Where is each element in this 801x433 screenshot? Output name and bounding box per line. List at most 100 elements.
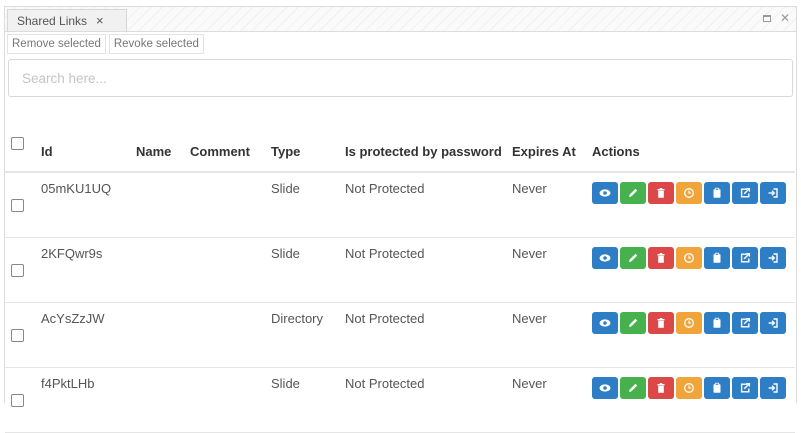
- sign-in-icon: [767, 187, 779, 199]
- clock-icon: [683, 187, 695, 199]
- trash-icon: [655, 252, 667, 264]
- sign-in-icon: [767, 317, 779, 329]
- open-button[interactable]: [732, 182, 758, 204]
- expiry-button[interactable]: [676, 182, 702, 204]
- clipboard-icon: [711, 252, 723, 264]
- share-icon: [739, 382, 751, 394]
- login-button[interactable]: [760, 182, 786, 204]
- copy-button[interactable]: [704, 246, 730, 269]
- cell-name: [132, 237, 186, 303]
- cell-actions: [588, 367, 795, 433]
- table-header-row: Id Name Comment Type Is protected by pas…: [5, 106, 795, 173]
- share-icon: [739, 252, 751, 264]
- cell-actions: [588, 172, 795, 238]
- remove-selected-button[interactable]: Remove selected: [7, 34, 106, 54]
- expiry-button[interactable]: [676, 376, 702, 399]
- eye-icon: [599, 317, 611, 329]
- cell-id: 2KFQwr9s: [37, 237, 132, 303]
- row-checkbox[interactable]: [11, 199, 24, 212]
- delete-button[interactable]: [648, 376, 674, 399]
- cell-id: f4PktLHb: [37, 367, 132, 433]
- cell-expires: Never: [508, 302, 588, 368]
- cell-comment: [186, 172, 267, 238]
- view-button[interactable]: [592, 182, 618, 204]
- view-button[interactable]: [592, 246, 618, 269]
- open-button[interactable]: [732, 376, 758, 399]
- cell-type: Slide: [267, 237, 341, 303]
- login-button[interactable]: [760, 311, 786, 334]
- edit-button[interactable]: [620, 311, 646, 334]
- edit-button[interactable]: [620, 246, 646, 269]
- copy-button[interactable]: [704, 376, 730, 399]
- edit-button[interactable]: [620, 182, 646, 204]
- select-all-checkbox[interactable]: [11, 137, 24, 150]
- pencil-icon: [627, 187, 639, 199]
- expiry-button[interactable]: [676, 311, 702, 334]
- cell-type: Directory: [267, 302, 341, 368]
- cell-protected: Not Protected: [341, 172, 508, 238]
- sign-in-icon: [767, 252, 779, 264]
- clock-icon: [683, 317, 695, 329]
- copy-button[interactable]: [704, 311, 730, 334]
- column-header-expires: Expires At: [508, 106, 588, 173]
- open-button[interactable]: [732, 246, 758, 269]
- sign-in-icon: [767, 382, 779, 394]
- tab-close-icon[interactable]: ×: [96, 14, 104, 27]
- expiry-button[interactable]: [676, 246, 702, 269]
- cell-comment: [186, 302, 267, 368]
- clipboard-icon: [711, 382, 723, 394]
- cell-protected: Not Protected: [341, 237, 508, 303]
- copy-button[interactable]: [704, 182, 730, 204]
- cell-actions: [588, 302, 795, 368]
- toolbar: Remove selected Revoke selected: [5, 32, 796, 56]
- login-button[interactable]: [760, 246, 786, 269]
- row-checkbox[interactable]: [11, 393, 24, 407]
- delete-button[interactable]: [648, 182, 674, 204]
- shared-links-table: Id Name Comment Type Is protected by pas…: [5, 106, 795, 433]
- window-controls: ✕: [762, 11, 790, 25]
- view-button[interactable]: [592, 376, 618, 399]
- revoke-selected-button[interactable]: Revoke selected: [108, 34, 204, 54]
- cell-id: AcYsZzJW: [37, 302, 132, 368]
- trash-icon: [655, 317, 667, 329]
- trash-icon: [655, 382, 667, 394]
- column-header-actions: Actions: [588, 106, 795, 173]
- window-close-icon[interactable]: ✕: [780, 11, 790, 25]
- cell-name: [132, 367, 186, 433]
- cell-protected: Not Protected: [341, 302, 508, 368]
- delete-button[interactable]: [648, 246, 674, 269]
- clock-icon: [683, 252, 695, 264]
- delete-button[interactable]: [648, 311, 674, 334]
- eye-icon: [599, 187, 611, 199]
- cell-actions: [588, 237, 795, 303]
- tab-bar: Shared Links × ✕: [5, 7, 796, 32]
- tab-shared-links[interactable]: Shared Links ×: [7, 9, 127, 31]
- table-row: 2KFQwr9s Slide Not Protected Never: [5, 237, 795, 303]
- search-input[interactable]: [8, 59, 793, 97]
- cell-name: [132, 172, 186, 238]
- row-checkbox[interactable]: [11, 263, 24, 277]
- action-buttons: [592, 246, 791, 269]
- column-header-comment: Comment: [186, 106, 267, 173]
- cell-name: [132, 302, 186, 368]
- view-button[interactable]: [592, 311, 618, 334]
- action-buttons: [592, 311, 791, 334]
- column-header-id: Id: [37, 106, 132, 173]
- cell-expires: Never: [508, 367, 588, 433]
- trash-icon: [655, 187, 667, 199]
- shared-links-panel: Shared Links × ✕ Remove selected Revoke …: [4, 6, 797, 433]
- share-icon: [739, 317, 751, 329]
- table-row: f4PktLHb Slide Not Protected Never: [5, 367, 795, 433]
- cell-comment: [186, 237, 267, 303]
- column-header-protected: Is protected by password: [341, 106, 508, 173]
- cell-type: Slide: [267, 172, 341, 238]
- action-buttons: [592, 376, 791, 399]
- maximize-icon[interactable]: [762, 14, 771, 22]
- edit-button[interactable]: [620, 376, 646, 399]
- pencil-icon: [627, 317, 639, 329]
- cell-id: 05mKU1UQ: [37, 172, 132, 238]
- login-button[interactable]: [760, 376, 786, 399]
- open-button[interactable]: [732, 311, 758, 334]
- pencil-icon: [627, 252, 639, 264]
- row-checkbox[interactable]: [11, 328, 24, 342]
